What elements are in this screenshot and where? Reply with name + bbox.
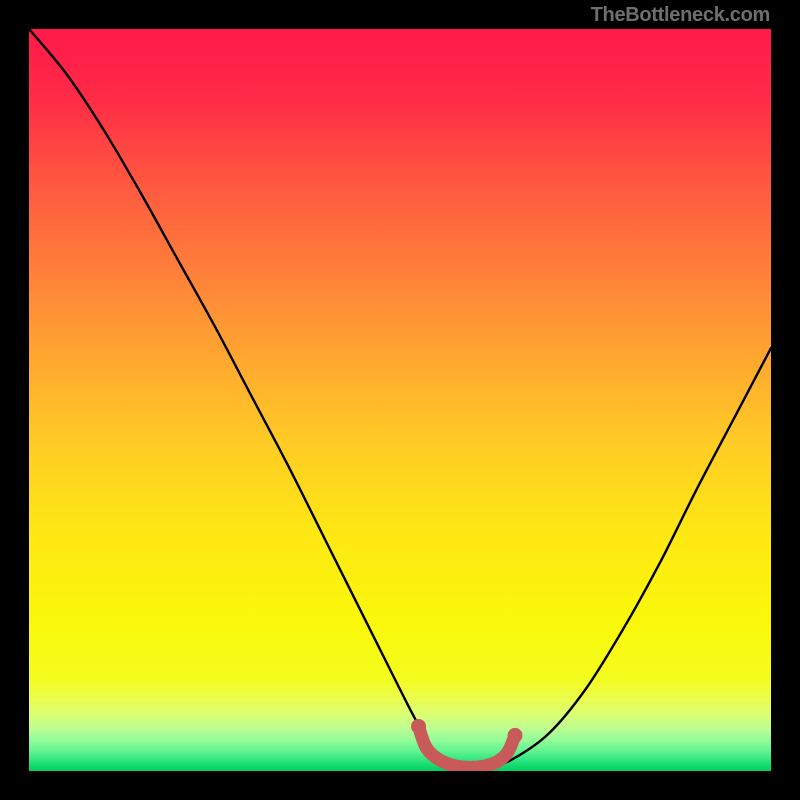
sweet-spot-endpoint <box>508 728 523 743</box>
bottleneck-chart <box>29 29 771 771</box>
chart-frame <box>29 29 771 771</box>
gradient-background <box>29 29 771 771</box>
watermark-label: TheBottleneck.com <box>591 4 770 27</box>
sweet-spot-endpoint <box>411 719 426 734</box>
